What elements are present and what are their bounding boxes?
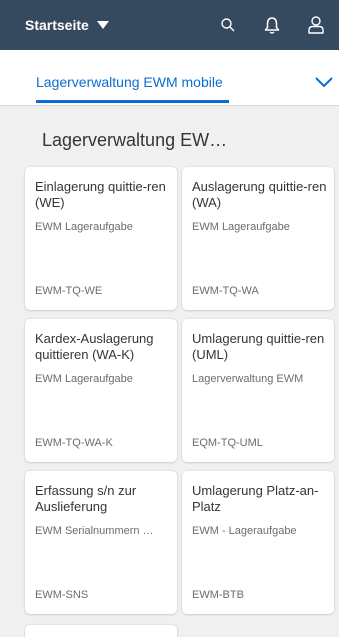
tile-erfassung-sn[interactable]: Erfassung s/n zur Auslieferung EWM Seria…	[25, 471, 177, 614]
tile-footer: EQM-TQ-UML	[192, 437, 263, 449]
tile-footer: EWM-TQ-WA-K	[35, 437, 113, 449]
tile-subtitle: EWM Lageraufgabe	[35, 221, 133, 233]
tile-footer: EWM-BTB	[192, 589, 244, 601]
tile-auslagerung-quittieren[interactable]: Auslagerung quittie-ren (WA) EWM Lagerau…	[182, 167, 334, 310]
tile-footer: EWM-TQ-WE	[35, 285, 103, 297]
home-title: Startseite	[25, 17, 89, 33]
tile-title: Auslagerung quittie-ren (WA)	[192, 179, 327, 210]
tile-umlagerung-quittieren[interactable]: Umlagerung quittie-ren (UML) Lagerverwal…	[182, 319, 334, 462]
tile-footer: EWM-SNS	[35, 589, 89, 601]
search-icon[interactable]	[217, 14, 239, 36]
tile-einlagerung-quittieren[interactable]: Einlagerung quittie-ren (WE) EWM Lagerau…	[25, 167, 177, 310]
tile-subtitle: EWM Lageraufgabe	[35, 373, 133, 385]
tile-title: Einlagerung quittie-ren (WE)	[35, 179, 166, 210]
tile-title: Kardex-Auslagerung quittieren (WA-K)	[35, 331, 154, 362]
space-tab-lagerverwaltung[interactable]: Lagerverwaltung EWM mobile	[36, 74, 223, 90]
tile-title: Erfassung s/n zur Auslieferung	[35, 483, 137, 514]
active-tab-indicator	[36, 100, 229, 103]
bell-icon[interactable]	[261, 14, 283, 36]
tile-title: Umlagerung Platz-an-Platz	[192, 483, 319, 514]
caret-down-icon	[96, 21, 109, 29]
shell-actions	[217, 14, 327, 36]
tile-footer: EWM-TQ-WA	[192, 285, 259, 297]
chevron-down-icon[interactable]	[314, 74, 334, 90]
tile-subtitle: EWM Lageraufgabe	[192, 221, 290, 233]
tile-subtitle: EWM Serialnummern …	[35, 525, 154, 537]
tile-subtitle: EWM - Lageraufgabe	[192, 525, 297, 537]
shell-bar: Startseite	[0, 0, 339, 50]
user-icon[interactable]	[305, 14, 327, 36]
group-title: Lagerverwaltung EW…	[42, 130, 228, 150]
tile-kardex-auslagerung[interactable]: Kardex-Auslagerung quittieren (WA-K) EWM…	[25, 319, 177, 462]
tile-next-partial[interactable]	[25, 625, 177, 637]
tile-umlagerung-platz[interactable]: Umlagerung Platz-an-Platz EWM - Lagerauf…	[182, 471, 334, 614]
tile-title: Umlagerung quittie-ren (UML)	[192, 331, 325, 362]
tile-subtitle: Lagerverwaltung EWM	[192, 373, 304, 385]
home-menu-button[interactable]: Startseite	[25, 17, 109, 33]
space-selector-bar: Lagerverwaltung EWM mobile	[0, 50, 339, 106]
